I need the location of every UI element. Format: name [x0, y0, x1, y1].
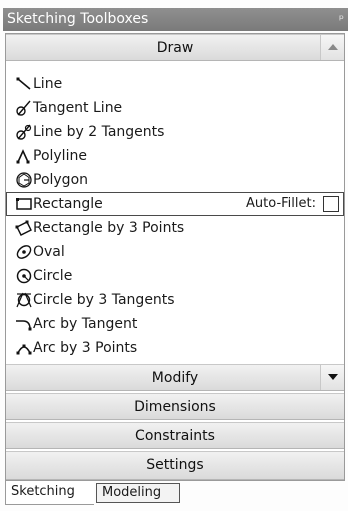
tool-line-by-2-tangents[interactable]: Line by 2 Tangents: [6, 120, 344, 144]
settings-section-header[interactable]: Settings: [6, 451, 344, 480]
tool-label: Rectangle by 3 Points: [33, 220, 185, 236]
tangent-line-icon: [16, 100, 31, 116]
tool-polyline[interactable]: Polyline: [6, 144, 344, 168]
panel-titlebar: Sketching Toolboxes ᵖ: [3, 8, 348, 31]
tool-label: Oval: [33, 244, 65, 260]
tab-modeling[interactable]: Modeling: [96, 483, 180, 503]
modify-section-header[interactable]: Modify: [6, 364, 344, 391]
tool-label: Arc by 3 Points: [33, 340, 138, 356]
tool-line[interactable]: Line: [6, 72, 344, 96]
tool-label: Line: [33, 76, 63, 92]
auto-fillet-label: Auto-Fillet:: [246, 196, 316, 211]
tool-label: Circle: [33, 268, 73, 284]
dimensions-section-label: Dimensions: [134, 399, 216, 415]
pin-icon[interactable]: ᵖ: [339, 8, 344, 31]
expand-down-icon[interactable]: [320, 365, 344, 390]
tool-tangent-line[interactable]: Tangent Line: [6, 96, 344, 120]
sketching-toolboxes-panel: Sketching Toolboxes ᵖ Draw Line Tangent …: [0, 0, 348, 511]
tool-label: Polyline: [33, 148, 87, 164]
tool-arc-by-tangent[interactable]: Arc by Tangent: [6, 312, 344, 336]
tool-label: Tangent Line: [33, 100, 123, 116]
constraints-section-header[interactable]: Constraints: [6, 422, 344, 449]
polyline-icon: [16, 149, 30, 164]
tool-circle[interactable]: Circle: [6, 264, 344, 288]
draw-section-header[interactable]: Draw: [6, 34, 344, 61]
tool-oval[interactable]: Oval: [6, 240, 344, 264]
rectangle-by-3-points-icon: [15, 220, 32, 236]
auto-fillet-checkbox[interactable]: [323, 196, 339, 212]
arc-by-tangent-icon: [16, 320, 32, 331]
tool-label: Rectangle: [33, 196, 103, 212]
tool-arc-by-3-points[interactable]: Arc by 3 Points: [6, 336, 344, 360]
oval-icon: [16, 245, 32, 259]
tool-rectangle[interactable]: Rectangle Auto-Fillet:: [6, 192, 344, 216]
collapse-up-icon[interactable]: [320, 35, 344, 60]
tool-label: Circle by 3 Tangents: [33, 292, 175, 308]
tool-label: Arc by Tangent: [33, 316, 138, 332]
tool-label: Polygon: [33, 172, 89, 188]
polygon-icon: [16, 172, 32, 188]
settings-section-label: Settings: [146, 457, 204, 473]
panel-title: Sketching Toolboxes: [7, 11, 149, 27]
circle-icon: [16, 268, 32, 284]
tool-polygon[interactable]: Polygon: [6, 168, 344, 192]
bottom-tabs: Sketching Modeling: [5, 481, 345, 505]
rectangle-icon: [16, 198, 32, 210]
tool-label: Line by 2 Tangents: [33, 124, 165, 140]
modify-section-label: Modify: [151, 370, 199, 386]
draw-section-label: Draw: [156, 40, 194, 56]
line-by-2-tangents-icon: [16, 124, 32, 140]
tool-circle-by-3-tangents[interactable]: Circle by 3 Tangents: [6, 288, 344, 312]
circle-by-3-tangents-icon: [16, 292, 32, 308]
tool-rectangle-by-3-points[interactable]: Rectangle by 3 Points: [6, 216, 344, 240]
line-icon: [16, 77, 31, 90]
tab-sketching[interactable]: Sketching: [5, 481, 94, 505]
arc-by-3-points-icon: [16, 344, 32, 355]
toolbox-frame: Draw Line Tangent Line Line by 2 Tangent…: [5, 33, 345, 481]
constraints-section-label: Constraints: [135, 428, 215, 444]
dimensions-section-header[interactable]: Dimensions: [6, 393, 344, 420]
